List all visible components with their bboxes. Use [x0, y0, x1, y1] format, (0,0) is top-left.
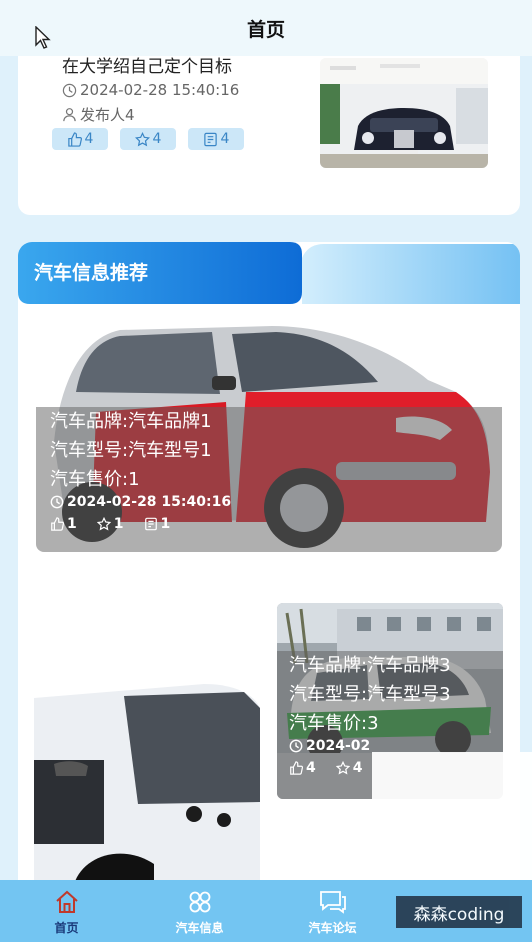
- news-stats: 4 4 4: [52, 128, 244, 150]
- car-like-count: 4: [306, 760, 316, 776]
- star-icon: [134, 131, 150, 146]
- car-like-count: 1: [67, 516, 77, 532]
- car-price: 汽车售价:1: [50, 469, 140, 490]
- section-title: 汽车信息推荐: [34, 262, 149, 284]
- car-favorite[interactable]: 4: [335, 760, 363, 776]
- news-image[interactable]: [320, 58, 488, 168]
- news-time: 2024-02-28 15:40:16: [80, 81, 240, 99]
- nav-item-forum[interactable]: 汽车论坛: [266, 880, 399, 942]
- thumbs-up-icon: [51, 517, 64, 531]
- favorite-badge[interactable]: 4: [120, 128, 176, 150]
- user-icon: [63, 108, 76, 122]
- nav-label: 首页: [54, 921, 79, 935]
- car-like[interactable]: 4: [289, 760, 316, 776]
- comment-count: 4: [220, 131, 230, 147]
- home-icon: [55, 890, 78, 913]
- page-title: 首页: [246, 18, 285, 41]
- top-bar: 首页: [0, 0, 532, 56]
- car-favorite-count: 4: [352, 760, 363, 776]
- favorite-count: 4: [152, 131, 162, 147]
- like-badge[interactable]: 4: [52, 128, 108, 150]
- star-icon: [96, 517, 111, 531]
- car-favorite[interactable]: 1: [96, 516, 124, 532]
- car-price: 汽车售价:3: [289, 713, 379, 734]
- like-count: 4: [84, 131, 94, 147]
- news-publisher: 发布人4: [80, 106, 135, 124]
- grid-icon: [189, 891, 210, 913]
- news-time-row: 2024-02-28 15:40:16: [62, 81, 239, 99]
- thumbs-up-icon: [290, 761, 303, 775]
- clock-icon: [289, 739, 303, 753]
- thumbs-up-icon: [67, 131, 82, 147]
- car-info-overlay: 汽车品牌:汽车品牌1 汽车型号:汽车型号1 汽车售价:1 2024-02-28 …: [36, 407, 502, 552]
- car-time: 2024-02: [306, 738, 371, 754]
- star-icon: [335, 761, 350, 775]
- car-time-row: 2024-02-28 15:40:16: [50, 494, 488, 510]
- nav-label: 汽车信息: [175, 921, 224, 935]
- news-card[interactable]: 在大学绍自己定个目标 2024-02-28 15:40:16 发布人4 4 4 …: [18, 40, 520, 215]
- car-favorite-count: 1: [113, 516, 124, 532]
- comment-icon: [203, 132, 217, 146]
- mouse-cursor-icon: [35, 26, 51, 49]
- comment-icon: [144, 517, 157, 531]
- clock-icon: [50, 495, 64, 509]
- watermark: 森森coding: [396, 896, 522, 928]
- nav-item-home[interactable]: 首页: [0, 880, 133, 942]
- car-stats: 1 1 1: [50, 516, 488, 532]
- car-time: 2024-02-28 15:40:16: [67, 494, 232, 510]
- comment-badge[interactable]: 4: [188, 128, 244, 150]
- blurred-region: [372, 752, 532, 880]
- nav-item-car-info[interactable]: 汽车信息: [133, 880, 266, 942]
- car-item[interactable]: 汽车品牌:汽车品牌1 汽车型号:汽车型号1 汽车售价:1 2024-02-28 …: [36, 322, 502, 552]
- car-like[interactable]: 1: [50, 516, 77, 532]
- car-model: 汽车型号:汽车型号3: [289, 684, 451, 705]
- nav-label: 汽车论坛: [308, 921, 357, 935]
- news-publisher-row: 发布人4: [62, 104, 135, 125]
- chat-icon: [319, 891, 346, 914]
- car-comment-count: 1: [160, 516, 171, 532]
- car-brand: 汽车品牌:汽车品牌1: [50, 411, 212, 432]
- car-brand: 汽车品牌:汽车品牌3: [289, 655, 451, 676]
- car-comment[interactable]: 1: [144, 516, 171, 532]
- car-model: 汽车型号:汽车型号1: [50, 440, 212, 461]
- clock-icon: [62, 83, 77, 97]
